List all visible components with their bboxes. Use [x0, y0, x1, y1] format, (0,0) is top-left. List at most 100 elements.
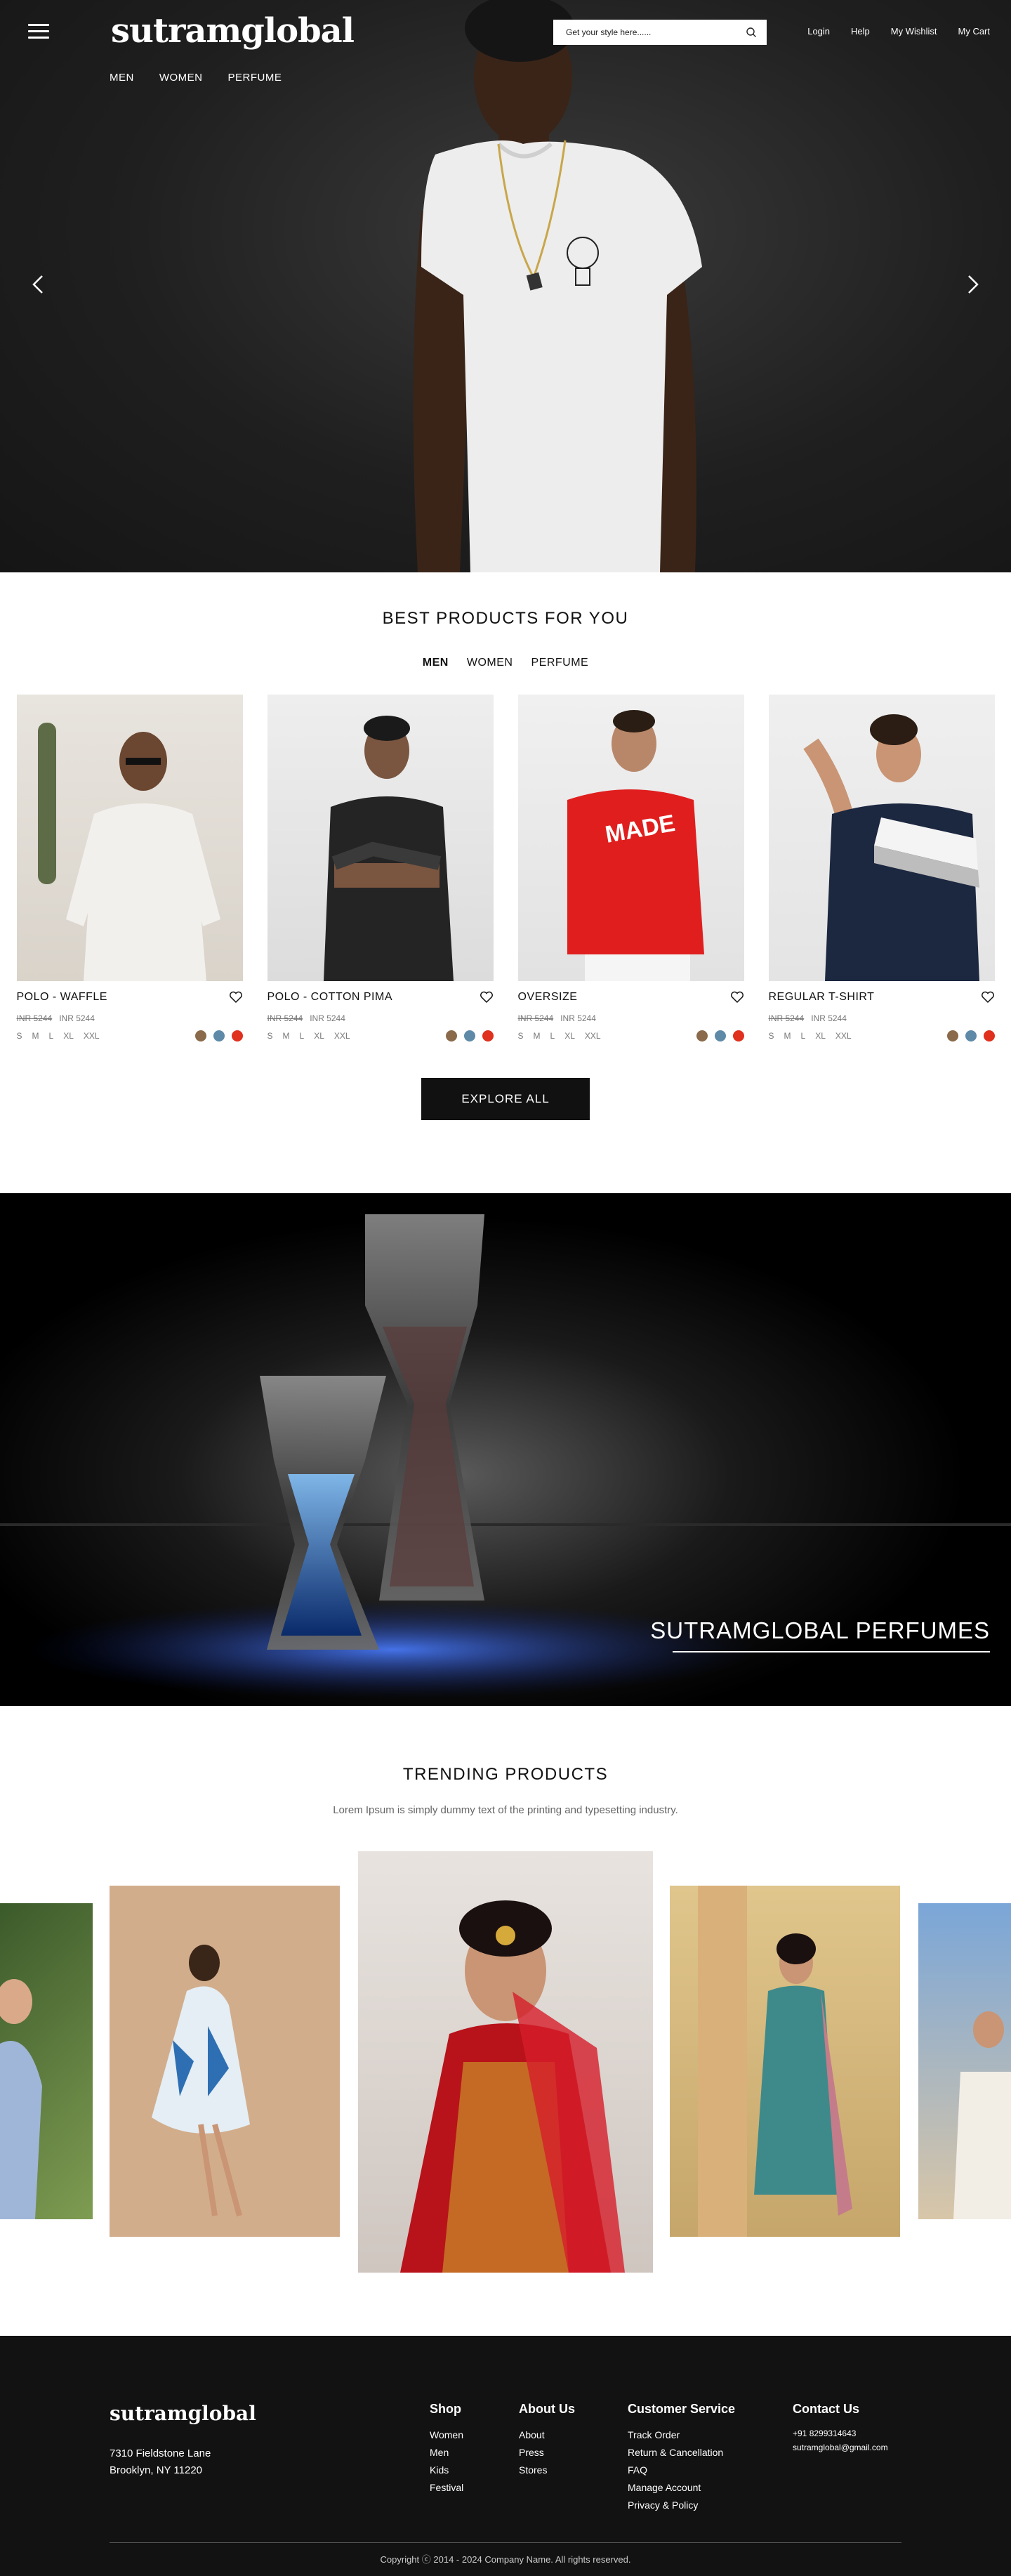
product-image[interactable]: MADE	[517, 695, 744, 981]
nav-men[interactable]: MEN	[110, 72, 134, 84]
tab-men[interactable]: MEN	[423, 657, 449, 669]
product-image[interactable]	[16, 695, 243, 981]
size-options: S M L XL XXL	[769, 1031, 852, 1041]
product-image[interactable]	[267, 695, 494, 981]
size-option[interactable]: L	[49, 1031, 54, 1041]
cart-link[interactable]: My Cart	[958, 26, 991, 37]
footer-link[interactable]: Festival	[430, 2479, 463, 2497]
product-card[interactable]: POLO - WAFFLE INR 5244 INR 5244 S M L XL …	[16, 695, 243, 1041]
size-option[interactable]: L	[550, 1031, 555, 1041]
size-option[interactable]: XXL	[585, 1031, 601, 1041]
color-swatch-red[interactable]	[732, 1030, 744, 1041]
size-option[interactable]: S	[769, 1031, 774, 1041]
product-name[interactable]: POLO - WAFFLE	[17, 991, 107, 1004]
footer-link[interactable]: Privacy & Policy	[628, 2497, 735, 2514]
brand-logo[interactable]: sutramglobal	[111, 11, 355, 51]
size-option[interactable]: S	[17, 1031, 22, 1041]
product-card[interactable]: MADE OVERSIZE INR 5244 INR 5244 S M L XL …	[517, 695, 744, 1041]
color-swatch-red[interactable]	[983, 1030, 995, 1041]
footer-link[interactable]: About	[519, 2426, 575, 2444]
footer-link[interactable]: Stores	[519, 2462, 575, 2479]
color-swatch-blue[interactable]	[714, 1030, 726, 1041]
product-image[interactable]	[768, 695, 995, 981]
login-link[interactable]: Login	[807, 26, 830, 37]
color-swatch-blue[interactable]	[463, 1030, 475, 1041]
color-swatches	[445, 1030, 494, 1041]
size-option[interactable]: XL	[314, 1031, 324, 1041]
product-card[interactable]: POLO - COTTON PIMA INR 5244 INR 5244 S M …	[267, 695, 494, 1041]
contact-phone[interactable]: +91 8299314643	[793, 2426, 888, 2440]
size-option[interactable]: L	[300, 1031, 305, 1041]
footer-link[interactable]: Manage Account	[628, 2479, 735, 2497]
product-tabs: MEN WOMEN PERFUME	[0, 657, 1011, 669]
color-swatch-brown[interactable]	[946, 1030, 958, 1041]
size-option[interactable]: S	[518, 1031, 524, 1041]
nav-women[interactable]: WOMEN	[159, 72, 203, 84]
chevron-left-icon[interactable]	[27, 272, 51, 296]
menu-icon[interactable]	[28, 24, 49, 39]
product-name[interactable]: OVERSIZE	[518, 991, 578, 1004]
size-option[interactable]: L	[801, 1031, 806, 1041]
chevron-right-icon[interactable]	[960, 272, 984, 296]
size-option[interactable]: M	[534, 1031, 541, 1041]
color-swatch-brown[interactable]	[445, 1030, 457, 1041]
footer-service-column: Customer Service Track Order Return & Ca…	[628, 2402, 735, 2514]
trending-section: TRENDING PRODUCTS Lorem Ipsum is simply …	[0, 1706, 1011, 2273]
trending-slide-featured[interactable]	[358, 1851, 653, 2273]
color-swatch-red[interactable]	[231, 1030, 243, 1041]
hero-model-image	[393, 0, 772, 572]
size-option[interactable]: XXL	[835, 1031, 852, 1041]
color-swatches	[946, 1030, 995, 1041]
footer-link[interactable]: Women	[430, 2426, 463, 2444]
price: INR 5244	[310, 1013, 345, 1023]
contact-email[interactable]: sutramglobal@gmail.com	[793, 2440, 888, 2455]
product-name[interactable]: REGULAR T-SHIRT	[769, 991, 875, 1004]
color-swatch-red[interactable]	[482, 1030, 494, 1041]
explore-all-button[interactable]: EXPLORE ALL	[421, 1078, 590, 1120]
footer-column-title: Contact Us	[793, 2402, 860, 2416]
color-swatch-brown[interactable]	[194, 1030, 206, 1041]
size-option[interactable]: XL	[564, 1031, 575, 1041]
wishlist-link[interactable]: My Wishlist	[891, 26, 937, 37]
search-input[interactable]	[566, 27, 746, 37]
tab-perfume[interactable]: PERFUME	[531, 657, 588, 669]
size-option[interactable]: XL	[815, 1031, 826, 1041]
heart-icon[interactable]	[981, 991, 995, 1004]
size-option[interactable]: M	[32, 1031, 39, 1041]
trending-slide[interactable]	[670, 1886, 900, 2237]
utility-links: Login Help My Wishlist My Cart	[807, 26, 990, 37]
footer-link[interactable]: Kids	[430, 2462, 463, 2479]
perfume-banner[interactable]: SUTRAMGLOBAL PERFUMES	[0, 1193, 1011, 1706]
trending-slide[interactable]	[110, 1886, 340, 2237]
trending-slide[interactable]	[0, 1903, 93, 2219]
color-swatch-blue[interactable]	[213, 1030, 225, 1041]
size-option[interactable]: XL	[63, 1031, 74, 1041]
size-option[interactable]: M	[283, 1031, 290, 1041]
product-name[interactable]: POLO - COTTON PIMA	[267, 991, 393, 1004]
search-icon[interactable]	[746, 27, 757, 38]
price: INR 5244	[811, 1013, 847, 1023]
product-card[interactable]: REGULAR T-SHIRT INR 5244 INR 5244 S M L X…	[768, 695, 995, 1041]
size-option[interactable]: XXL	[84, 1031, 100, 1041]
footer-link[interactable]: Press	[519, 2444, 575, 2462]
color-swatch-brown[interactable]	[696, 1030, 708, 1041]
footer-link[interactable]: Return & Cancellation	[628, 2444, 735, 2462]
size-option[interactable]: M	[784, 1031, 791, 1041]
old-price: INR 5244	[267, 1013, 303, 1023]
heart-icon[interactable]	[730, 991, 744, 1004]
footer-logo[interactable]: sutramglobal	[110, 2402, 256, 2425]
help-link[interactable]: Help	[851, 26, 870, 37]
footer-link[interactable]: Men	[430, 2444, 463, 2462]
nav-perfume[interactable]: PERFUME	[228, 72, 282, 84]
size-options: S M L XL XXL	[17, 1031, 100, 1041]
size-option[interactable]: S	[267, 1031, 273, 1041]
footer-link[interactable]: FAQ	[628, 2462, 735, 2479]
heart-icon[interactable]	[480, 991, 494, 1004]
heart-icon[interactable]	[229, 991, 243, 1004]
color-swatch-blue[interactable]	[965, 1030, 977, 1041]
trending-slide[interactable]	[918, 1903, 1011, 2219]
footer-link[interactable]: Track Order	[628, 2426, 735, 2444]
tab-women[interactable]: WOMEN	[467, 657, 513, 669]
size-option[interactable]: XXL	[334, 1031, 350, 1041]
search-bar	[553, 20, 767, 45]
